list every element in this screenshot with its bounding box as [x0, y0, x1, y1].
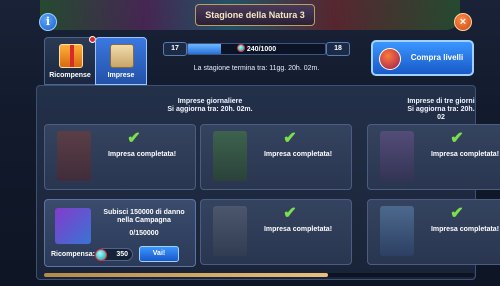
quest-title: Subisci 150000 di danno nella Campagna [103, 209, 185, 224]
quest-card: ✔ Impresa completata! [367, 124, 500, 190]
season-progress-text: 240/1000 [188, 44, 325, 54]
reward-label: Ricompensa: [51, 251, 95, 258]
tab-quests[interactable]: Imprese [95, 37, 147, 85]
quest-art [213, 131, 247, 181]
season-end-timer: La stagione termina tra: 11gg. 20h. 02m. [193, 65, 320, 72]
gem-icon [95, 249, 107, 261]
quest-completed-label: Impresa completata! [263, 151, 333, 158]
buy-levels-button[interactable]: Compra livelli [371, 40, 474, 76]
horizontal-scrollbar[interactable] [44, 273, 474, 277]
scrollbar-thumb[interactable] [44, 273, 328, 277]
close-icon[interactable]: × [454, 13, 472, 31]
sword-icon [55, 208, 91, 244]
gift-icon [59, 44, 83, 68]
check-icon: ✔ [450, 130, 464, 147]
quest-art [380, 131, 414, 181]
daily-quests-header: Imprese giornaliere Si aggiorna tra: 20h… [167, 98, 253, 113]
gem-icon [236, 44, 245, 52]
tab-label: Imprese [107, 72, 135, 79]
check-icon: ✔ [283, 205, 297, 222]
window-title: Stagione della Natura 3 [195, 4, 315, 26]
scroll-icon [110, 44, 134, 68]
go-button[interactable]: Vai! [139, 246, 179, 262]
quest-progress: 0/150000 [129, 230, 159, 237]
quest-card: ✔ Impresa completata! [44, 124, 196, 190]
tab-label: Ricompense [49, 72, 91, 79]
quest-completed-label: Impresa completata! [263, 226, 333, 233]
active-quest-card: Subisci 150000 di danno nella Campagna 0… [44, 199, 196, 267]
quest-art [380, 206, 414, 256]
current-level-badge: 17 [163, 42, 187, 56]
quest-completed-label: Impresa completata! [430, 226, 500, 233]
quest-completed-label: Impresa completata! [107, 151, 177, 158]
check-icon: ✔ [127, 130, 141, 147]
levels-orb-icon [379, 48, 401, 70]
check-icon: ✔ [283, 130, 297, 147]
quest-card: ✔ Impresa completata! [200, 124, 352, 190]
info-icon[interactable]: i [39, 13, 57, 31]
buy-levels-label: Compra livelli [410, 53, 464, 62]
season-progress-bar: 240/1000 [187, 43, 326, 55]
check-icon: ✔ [450, 205, 464, 222]
quest-art [213, 206, 247, 256]
quest-completed-label: Impresa completata! [430, 151, 500, 158]
quest-art [57, 131, 91, 181]
next-level-badge: 18 [326, 42, 350, 56]
three-day-quests-header: Imprese di tre giorni Si aggiorna tra: 2… [407, 98, 475, 121]
quest-card: ✔ Impresa completata! [367, 199, 500, 265]
quest-card: ✔ Impresa completata! [200, 199, 352, 265]
tab-rewards[interactable]: Ricompense [44, 36, 96, 85]
